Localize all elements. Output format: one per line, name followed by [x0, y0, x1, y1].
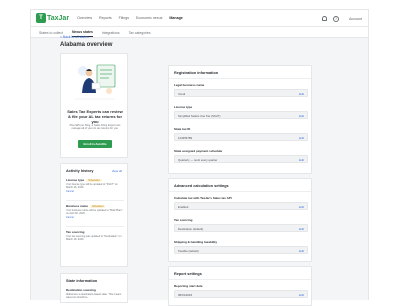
edit-link[interactable]: Edit — [299, 114, 304, 118]
logo-mark: T — [36, 13, 46, 23]
state-info-title: State information — [66, 279, 98, 283]
activity-item-desc: Your license type will be updated to "SS… — [66, 183, 118, 190]
divider — [169, 279, 311, 280]
activity-item-desc: Your tax sourcing was updated to "Destin… — [66, 235, 122, 242]
field-label: State assigned payment schedule — [174, 149, 223, 153]
activity-item-title: License type — [66, 178, 85, 182]
report-settings-card: Report settings Reporting start date 08/… — [168, 266, 312, 306]
cancel-link[interactable]: Cancel — [66, 190, 124, 193]
reporting-start-date-field: Reporting start date 08/01/2018 Edit — [174, 284, 308, 298]
edit-link[interactable]: Edit — [299, 205, 304, 209]
nav-manage[interactable]: Manage — [169, 16, 182, 20]
destination-sourcing-label: Destination sourcing — [66, 288, 96, 292]
field-label: Legal business name — [174, 83, 205, 87]
main-nav: Overview Reports Filings Economic nexus … — [77, 16, 190, 20]
promo-title: Sales Tax Experts can review & file your… — [67, 109, 123, 124]
edit-link[interactable]: Edit — [299, 92, 304, 96]
field-box: Simplified Sellers Use Tax (SSUT) Edit — [174, 111, 308, 119]
activity-item-desc: Your business name will be updated to "B… — [66, 209, 123, 216]
divider — [66, 226, 124, 227]
divider — [169, 191, 311, 192]
nav-overview[interactable]: Overview — [77, 16, 92, 20]
page-title: Alabama overview — [60, 42, 113, 48]
account-menu[interactable]: Account — [349, 17, 362, 21]
advanced-calculation-card: Advanced calculation settings Calculate … — [168, 178, 312, 262]
tax-sourcing-field: Tax sourcing Destination (default) Edit — [174, 218, 308, 232]
top-navigation-bar: T TaxJar Overview Reports Filings Econom… — [31, 10, 368, 27]
field-box: Enabled Edit — [174, 202, 308, 210]
nav-filings[interactable]: Filings — [119, 16, 129, 20]
field-label: Tax sourcing — [174, 218, 193, 222]
field-box: Vondi Edit — [174, 89, 308, 97]
legal-business-name-field: Legal business name Vondi Edit — [174, 83, 308, 97]
enroll-autofile-button[interactable]: Enroll in AutoFile — [78, 140, 112, 148]
autofile-promo-card: Sales Tax Experts can review & file your… — [60, 53, 128, 158]
scheduled-badge: Scheduled — [90, 204, 106, 208]
edit-link[interactable]: Edit — [299, 158, 304, 162]
sales-tax-api-field: Calculate tax with TaxJar's Sales tax AP… — [174, 196, 308, 210]
scheduled-badge: Scheduled — [86, 178, 102, 182]
field-label: Reporting start date — [174, 284, 203, 288]
field-label: Shipping & handling taxability — [174, 240, 218, 244]
field-value: 08/01/2018 — [178, 293, 192, 297]
destination-sourcing-desc: Alabama is a destination-based state. Th… — [66, 293, 122, 300]
registration-title: Registration information — [174, 71, 219, 75]
back-link[interactable]: < Back to all states — [60, 35, 89, 39]
nav-reports[interactable]: Reports — [99, 16, 112, 20]
bell-icon[interactable] — [322, 16, 327, 21]
edit-link[interactable]: Edit — [299, 293, 304, 297]
report-title: Report settings — [174, 272, 202, 276]
field-value: Taxable (default) — [178, 249, 199, 253]
logo-text: TaxJar — [47, 14, 70, 22]
field-value: Destination (default) — [178, 227, 204, 231]
field-label: Calculate tax with TaxJar's Sales tax AP… — [174, 196, 232, 200]
tab-integrations[interactable]: Integrations — [102, 31, 120, 37]
edit-link[interactable]: Edit — [299, 227, 304, 231]
divider — [66, 200, 124, 201]
field-value: Enabled — [178, 205, 189, 209]
field-box: Quarterly — remit every quarter Edit — [174, 155, 308, 163]
activity-item-title: Tax sourcing — [66, 230, 85, 234]
state-tax-id-field: State tax ID 123456789 Edit — [174, 127, 308, 141]
registration-information-card: Registration information Legal business … — [168, 65, 312, 174]
activity-item: Business name Scheduled Your business nam… — [66, 204, 124, 219]
activity-history-card: Activity history View all License type Sc… — [60, 163, 128, 267]
field-box: Destination (default) Edit — [174, 224, 308, 232]
field-label: State tax ID — [174, 127, 191, 131]
activity-item: Tax sourcing Your tax sourcing was updat… — [66, 230, 124, 241]
field-box: Taxable (default) Edit — [174, 246, 308, 254]
activity-item: License type Scheduled Your license type … — [66, 178, 124, 193]
state-information-card: State information Destination sourcing A… — [60, 273, 128, 303]
field-value: Simplified Sellers Use Tax (SSUT) — [178, 114, 221, 118]
tab-tax-categories[interactable]: Tax categories — [129, 31, 151, 37]
field-value: 123456789 — [178, 136, 192, 140]
divider — [169, 78, 311, 79]
advanced-title: Advanced calculation settings — [174, 184, 229, 188]
field-label: License type — [174, 105, 193, 109]
cancel-link[interactable]: Cancel — [66, 216, 124, 219]
license-type-field: License type Simplified Sellers Use Tax … — [174, 105, 308, 119]
field-box: 123456789 Edit — [174, 133, 308, 141]
field-value: Quarterly — remit every quarter — [178, 158, 218, 162]
tax-expert-illustration — [75, 64, 116, 100]
view-all-link[interactable]: View all — [112, 169, 122, 173]
field-value: Vondi — [178, 92, 185, 96]
activity-item-title: Business name — [66, 204, 89, 208]
activity-title: Activity history — [66, 169, 94, 173]
field-box: 08/01/2018 Edit — [174, 290, 308, 298]
nav-economic-nexus[interactable]: Economic nexus — [136, 16, 162, 20]
payment-schedule-field: State assigned payment schedule Quarterl… — [174, 149, 308, 163]
edit-link[interactable]: Edit — [299, 136, 304, 140]
shipping-handling-field: Shipping & handling taxability Taxable (… — [174, 240, 308, 254]
edit-link[interactable]: Edit — [299, 249, 304, 253]
help-icon[interactable]: ? — [333, 15, 339, 22]
taxjar-logo[interactable]: T TaxJar — [36, 13, 69, 23]
promo-text: Plus $25 per filing, a Sales Filing Expe… — [69, 124, 121, 131]
top-right-controls: ? Account — [322, 10, 362, 27]
